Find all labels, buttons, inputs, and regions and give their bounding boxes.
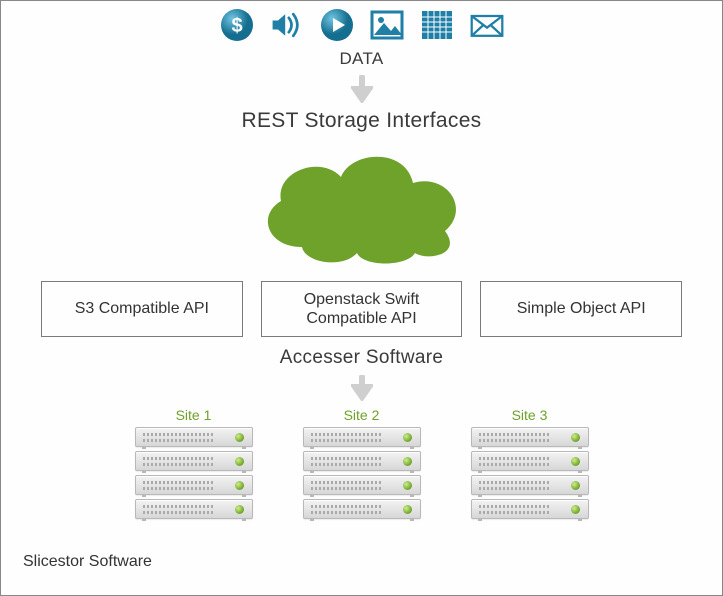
rest-interfaces-label: REST Storage Interfaces (1, 109, 722, 133)
grid-icon (419, 7, 455, 43)
server-rack (135, 451, 253, 471)
server-rack (135, 475, 253, 495)
api-boxes-row: S3 Compatible API Openstack Swift Compat… (1, 281, 722, 337)
site-column: Site 1 (135, 407, 253, 523)
dollar-icon: $ (219, 7, 255, 43)
server-rack (135, 499, 253, 519)
data-label: DATA (1, 49, 722, 69)
sites-row: Site 1 Site 2 Site 3 (1, 407, 722, 523)
site-title: Site 2 (344, 407, 380, 423)
server-rack (471, 427, 589, 447)
api-box-simple: Simple Object API (480, 281, 682, 337)
mail-icon (469, 7, 505, 43)
server-rack (303, 475, 421, 495)
arrow-down-icon (1, 75, 722, 103)
site-title: Site 3 (512, 407, 548, 423)
server-rack (303, 499, 421, 519)
data-type-icons: $ (1, 1, 722, 43)
server-rack (471, 499, 589, 519)
site-column: Site 3 (471, 407, 589, 523)
cloud-icon (1, 137, 722, 267)
server-rack (135, 427, 253, 447)
server-rack (303, 427, 421, 447)
site-title: Site 1 (176, 407, 212, 423)
svg-text:$: $ (231, 15, 242, 37)
play-icon (319, 7, 355, 43)
server-rack (303, 451, 421, 471)
api-box-swift: Openstack Swift Compatible API (261, 281, 463, 337)
arrow-down-icon (1, 375, 722, 401)
server-rack (471, 451, 589, 471)
image-icon (369, 7, 405, 43)
api-box-s3: S3 Compatible API (41, 281, 243, 337)
accesser-label: Accesser Software (1, 347, 722, 369)
slicestor-label: Slicestor Software (23, 553, 152, 571)
site-column: Site 2 (303, 407, 421, 523)
sound-icon (269, 7, 305, 43)
server-rack (471, 475, 589, 495)
